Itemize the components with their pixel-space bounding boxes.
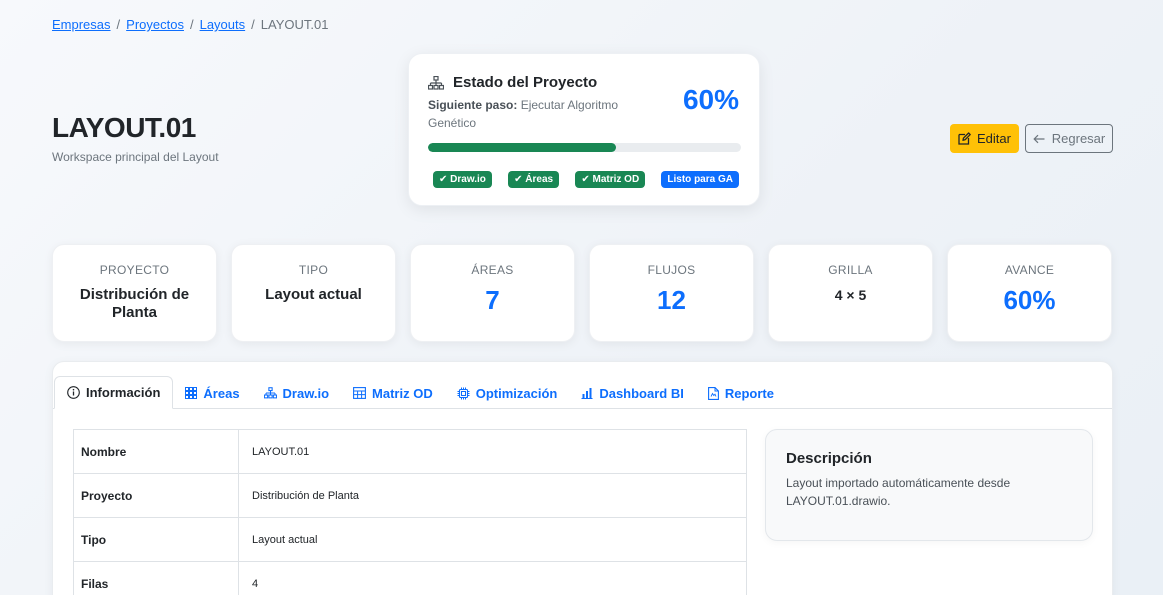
- tab-label: Reporte: [724, 385, 774, 401]
- table-key: Tipo: [73, 517, 239, 562]
- arrow-left-icon: [1033, 134, 1045, 143]
- table-key: Nombre: [73, 429, 239, 474]
- diagram-icon: [428, 75, 444, 90]
- stat-card-grilla: GRILLA 4 × 5: [768, 244, 933, 342]
- progress-percent: 60%: [682, 84, 739, 115]
- status-card-title: Estado del Proyecto: [453, 74, 598, 91]
- info-table: Nombre LAYOUT.01 Proyecto Distribución d…: [73, 429, 747, 595]
- next-step-label: Siguiente paso:: [428, 98, 518, 112]
- tab-label: Información: [86, 385, 161, 400]
- breadcrumb-link-layouts[interactable]: Layouts: [200, 17, 246, 32]
- stat-value: 12: [657, 285, 686, 315]
- description-title: Descripción: [786, 450, 872, 467]
- description-card: Descripción Layout importado automáticam…: [765, 429, 1093, 541]
- tab-drawio[interactable]: Draw.io: [252, 377, 341, 409]
- badge-drawio: ✔ Draw.io: [433, 171, 492, 188]
- table-row: Proyecto Distribución de Planta: [73, 473, 747, 518]
- breadcrumb-current: LAYOUT.01: [260, 17, 329, 32]
- tab-label: Optimización: [475, 385, 558, 401]
- stat-label: FLUJOS: [647, 263, 696, 277]
- main-panel: Información Áreas Draw.io Matriz OD Opti…: [52, 361, 1113, 595]
- stat-value: 7: [485, 285, 500, 315]
- badge-listo-ga: Listo para GA: [661, 171, 739, 188]
- table-value: Distribución de Planta: [238, 473, 747, 518]
- table-value: Layout actual: [238, 517, 747, 562]
- stat-card-avance: AVANCE 60%: [947, 244, 1112, 342]
- table-key: Filas: [73, 561, 239, 595]
- edit-button[interactable]: Editar: [950, 124, 1019, 153]
- table-row: Tipo Layout actual: [73, 517, 747, 562]
- table-value: 4: [238, 561, 747, 595]
- stat-label: ÁREAS: [471, 263, 514, 277]
- stat-label: PROYECTO: [99, 263, 170, 277]
- table-value: LAYOUT.01: [238, 429, 747, 474]
- stat-value: 60%: [1003, 285, 1056, 315]
- page-title: LAYOUT.01: [52, 112, 196, 143]
- progress-bar-fill: [428, 143, 616, 152]
- tab-matriz-od[interactable]: Matriz OD: [341, 377, 445, 409]
- badge-areas: ✔ Áreas: [508, 171, 560, 188]
- status-badges: ✔ Draw.io ✔ Áreas ✔ Matriz OD Listo para…: [428, 171, 741, 188]
- breadcrumb-link-empresas[interactable]: Empresas: [52, 17, 111, 32]
- stat-card-areas: ÁREAS 7: [410, 244, 575, 342]
- stat-label: GRILLA: [828, 263, 873, 277]
- cpu-icon: [457, 387, 470, 399]
- table-row: Nombre LAYOUT.01: [73, 429, 747, 474]
- bar-chart-icon: [581, 388, 593, 399]
- stat-value: Layout actual: [265, 286, 362, 303]
- stat-value: Distribución de Planta: [79, 286, 190, 321]
- table-key: Proyecto: [73, 473, 239, 518]
- progress-bar: [428, 143, 741, 152]
- tab-reporte[interactable]: Reporte: [696, 377, 786, 409]
- edit-button-label: Editar: [977, 131, 1011, 146]
- stat-card-tipo: TIPO Layout actual: [231, 244, 396, 342]
- description-text: Layout importado automáticamente desde L…: [786, 476, 1011, 508]
- status-card-header: Estado del Proyecto: [428, 74, 597, 91]
- tab-label: Dashboard BI: [599, 385, 684, 401]
- stat-card-flujos: FLUJOS 12: [589, 244, 754, 342]
- back-button[interactable]: Regresar: [1025, 124, 1113, 153]
- breadcrumb-separator: /: [189, 17, 194, 32]
- diagram-icon: [263, 387, 277, 399]
- stat-card-proyecto: PROYECTO Distribución de Planta: [52, 244, 217, 342]
- tab-bar: Información Áreas Draw.io Matriz OD Opti…: [53, 362, 1112, 409]
- breadcrumb: Empresas / Proyectos / Layouts / LAYOUT.…: [52, 17, 328, 32]
- tab-label: Áreas: [203, 385, 240, 401]
- stat-label: AVANCE: [1004, 263, 1055, 277]
- project-status-card: Estado del Proyecto Siguiente paso: Ejec…: [408, 53, 760, 206]
- info-icon: [67, 386, 80, 399]
- edit-icon: [958, 132, 971, 145]
- tab-optimizacion[interactable]: Optimización: [445, 377, 570, 409]
- tab-areas[interactable]: Áreas: [173, 377, 251, 409]
- tab-informacion[interactable]: Información: [54, 376, 174, 409]
- page-subtitle: Workspace principal del Layout: [52, 150, 219, 164]
- breadcrumb-separator: /: [251, 17, 255, 32]
- grid-icon: [185, 387, 198, 399]
- tab-dashboard-bi[interactable]: Dashboard BI: [569, 377, 696, 409]
- tab-label: Draw.io: [282, 385, 330, 401]
- tab-label: Matriz OD: [372, 385, 433, 401]
- stat-value: 4 × 5: [834, 287, 867, 303]
- stat-label: TIPO: [298, 263, 329, 277]
- breadcrumb-link-proyectos[interactable]: Proyectos: [126, 17, 184, 32]
- breadcrumb-separator: /: [116, 17, 121, 32]
- file-icon: [707, 386, 719, 400]
- badge-matriz-od: ✔ Matriz OD: [575, 171, 646, 188]
- next-step-text: Siguiente paso: Ejecutar Algoritmo Genét…: [428, 96, 638, 132]
- table-row: Filas 4: [73, 561, 747, 595]
- back-button-label: Regresar: [1051, 131, 1106, 146]
- table-icon: [353, 387, 366, 399]
